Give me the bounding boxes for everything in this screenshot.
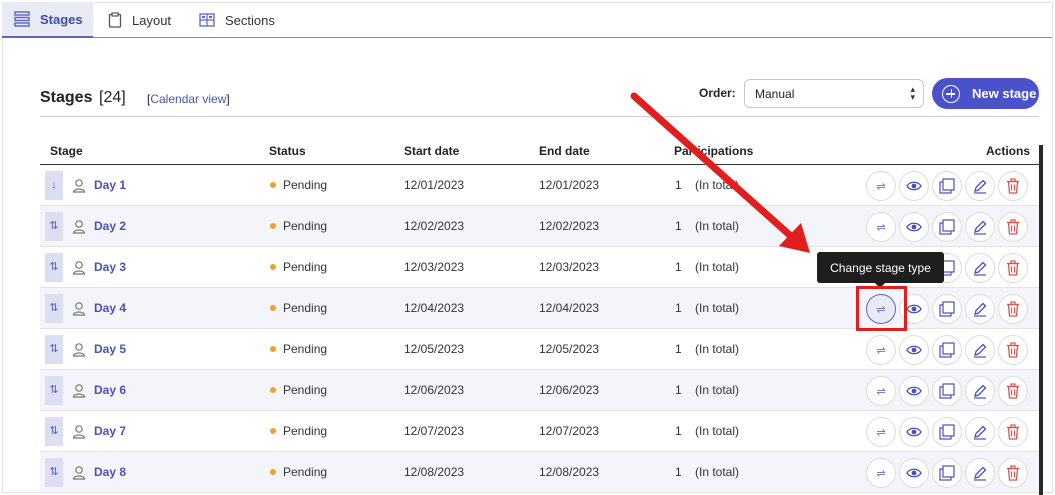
annotation-arrow xyxy=(630,92,810,253)
